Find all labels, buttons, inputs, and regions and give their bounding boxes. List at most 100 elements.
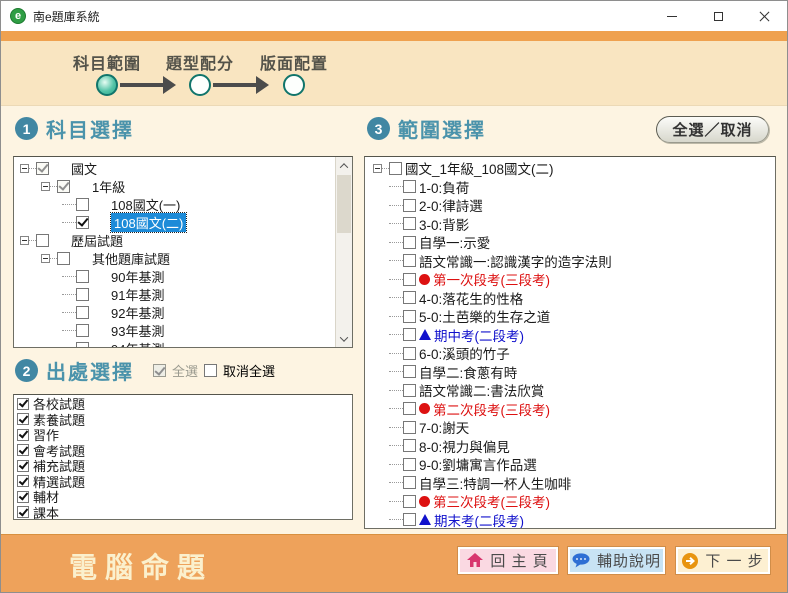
tree-row[interactable]: 92年基測 [14, 303, 336, 321]
tree-item-label[interactable]: 1年級 [92, 177, 125, 196]
tree-item-label[interactable]: 國文_1年級_108國文(二) [405, 158, 554, 178]
tree-item-checkbox[interactable] [76, 306, 89, 319]
tree-row[interactable]: 歷屆試題 [14, 231, 336, 249]
tree-item-label[interactable]: 自學三:特調一杯人生咖啡 [419, 473, 571, 493]
tree-item-label[interactable]: 1-0:負荷 [419, 177, 469, 197]
tree-item-label[interactable]: 8-0:視力與偏見 [419, 436, 510, 456]
tree-row[interactable]: 108國文(二) [14, 213, 336, 231]
tree-item-label[interactable]: 其他題庫試題 [92, 249, 170, 268]
tree-item-checkbox[interactable] [36, 162, 49, 175]
tree-item-label[interactable]: 7-0:謝天 [419, 417, 469, 437]
tree-row[interactable]: 3-0:背影 [365, 215, 775, 234]
expander-collapse-icon[interactable] [373, 164, 382, 173]
tree-item-label[interactable]: 91年基測 [111, 285, 164, 304]
tree-row[interactable]: 4-0:落花生的性格 [365, 289, 775, 308]
source-list-item[interactable]: 素養試題 [14, 412, 352, 428]
tree-item-checkbox[interactable] [403, 458, 416, 471]
tree-item-label[interactable]: 第一次段考(三段考) [433, 269, 550, 289]
tree-row[interactable]: 1-0:負荷 [365, 178, 775, 197]
source-list-item[interactable]: 精選試題 [14, 474, 352, 490]
tree-item-checkbox[interactable] [403, 273, 416, 286]
tree-row[interactable]: 國文_1年級_108國文(二) [365, 159, 775, 178]
tree-row[interactable]: 93年基測 [14, 321, 336, 339]
maximize-button[interactable] [695, 1, 741, 31]
source-item-checkbox[interactable] [17, 413, 29, 425]
tree-row[interactable]: 期中考(二段考) [365, 326, 775, 345]
tree-item-label[interactable]: 期末考(二段考) [434, 510, 524, 529]
tree-item-checkbox[interactable] [403, 254, 416, 267]
scroll-up-button[interactable] [336, 157, 352, 174]
next-step-button[interactable]: 下 一 步 [676, 547, 770, 574]
tree-item-checkbox[interactable] [403, 180, 416, 193]
tree-item-checkbox[interactable] [403, 310, 416, 323]
tree-row[interactable]: 9-0:劉墉寓言作品選 [365, 455, 775, 474]
tree-item-label[interactable]: 6-0:溪頭的竹子 [419, 343, 510, 363]
tree-item-label[interactable]: 語文常識一:認識漢字的造字法則 [419, 251, 612, 271]
source-list-item[interactable]: 輔材 [14, 489, 352, 505]
tree-row[interactable]: 5-0:土芭樂的生存之道 [365, 307, 775, 326]
expander-collapse-icon[interactable] [20, 236, 29, 245]
tree-item-label[interactable]: 5-0:土芭樂的生存之道 [419, 306, 550, 326]
tree-item-checkbox[interactable] [36, 234, 49, 247]
tree-row[interactable]: 7-0:謝天 [365, 418, 775, 437]
tree-item-label[interactable]: 108國文(二) [111, 213, 186, 232]
tree-item-checkbox[interactable] [403, 421, 416, 434]
tree-item-checkbox[interactable] [389, 162, 402, 175]
tree-item-checkbox[interactable] [403, 217, 416, 230]
tree-item-checkbox[interactable] [403, 291, 416, 304]
tree-item-checkbox[interactable] [57, 252, 70, 265]
tree-item-checkbox[interactable] [76, 288, 89, 301]
tree-row[interactable]: 第一次段考(三段考) [365, 270, 775, 289]
tree-item-checkbox[interactable] [76, 324, 89, 337]
subject-tree-scrollbar[interactable] [335, 157, 352, 347]
tree-row[interactable]: 自學三:特調一杯人生咖啡 [365, 474, 775, 493]
tree-row[interactable]: 91年基測 [14, 285, 336, 303]
expander-collapse-icon[interactable] [41, 254, 50, 263]
tree-row[interactable]: 國文 [14, 159, 336, 177]
toggle-all-button[interactable]: 全選／取消 [656, 116, 769, 143]
tree-item-checkbox[interactable] [403, 476, 416, 489]
tree-item-label[interactable]: 國文 [71, 159, 97, 178]
tree-item-checkbox[interactable] [403, 513, 416, 526]
tree-item-label[interactable]: 108國文(一) [111, 195, 180, 214]
source-item-checkbox[interactable] [17, 475, 29, 487]
source-item-checkbox[interactable] [17, 429, 29, 441]
source-item-checkbox[interactable] [17, 398, 29, 410]
expander-collapse-icon[interactable] [41, 182, 50, 191]
tree-item-label[interactable]: 3-0:背影 [419, 214, 469, 234]
tree-row[interactable]: 其他題庫試題 [14, 249, 336, 267]
source-item-checkbox[interactable] [17, 460, 29, 472]
tree-item-label[interactable]: 第三次段考(三段考) [433, 491, 550, 511]
tree-item-checkbox[interactable] [57, 180, 70, 193]
tree-row[interactable]: 90年基測 [14, 267, 336, 285]
tree-item-checkbox[interactable] [76, 270, 89, 283]
select-all-checkbox[interactable]: 全選 [153, 361, 198, 380]
tree-row[interactable]: 94年基測 [14, 339, 336, 348]
tree-item-checkbox[interactable] [76, 198, 89, 211]
close-button[interactable] [741, 1, 787, 31]
minimize-button[interactable] [649, 1, 695, 31]
tree-row[interactable]: 1年級 [14, 177, 336, 195]
tree-item-label[interactable]: 歷屆試題 [71, 231, 123, 250]
tree-item-checkbox[interactable] [76, 342, 89, 349]
tree-row[interactable]: 第二次段考(三段考) [365, 400, 775, 419]
tree-item-label[interactable]: 9-0:劉墉寓言作品選 [419, 454, 537, 474]
tree-item-checkbox[interactable] [403, 402, 416, 415]
tree-item-checkbox[interactable] [403, 495, 416, 508]
tree-item-label[interactable]: 自學一:示愛 [419, 232, 490, 252]
tree-item-label[interactable]: 自學二:食蔥有時 [419, 362, 517, 382]
home-button[interactable]: 回 主 頁 [458, 547, 558, 574]
tree-row[interactable]: 期末考(二段考) [365, 511, 775, 530]
source-item-checkbox[interactable] [17, 506, 29, 518]
tree-item-label[interactable]: 94年基測 [111, 339, 164, 349]
source-item-checkbox[interactable] [17, 491, 29, 503]
tree-item-checkbox[interactable] [403, 384, 416, 397]
help-button[interactable]: 輔助說明 [568, 547, 665, 574]
source-item-checkbox[interactable] [17, 444, 29, 456]
source-list-item[interactable]: 課本 [14, 505, 352, 521]
tree-item-label[interactable]: 4-0:落花生的性格 [419, 288, 523, 308]
tree-row[interactable]: 第三次段考(三段考) [365, 492, 775, 511]
tree-item-label[interactable]: 期中考(二段考) [434, 325, 524, 345]
deselect-all-checkbox[interactable]: 取消全選 [204, 361, 275, 380]
tree-item-checkbox[interactable] [403, 347, 416, 360]
